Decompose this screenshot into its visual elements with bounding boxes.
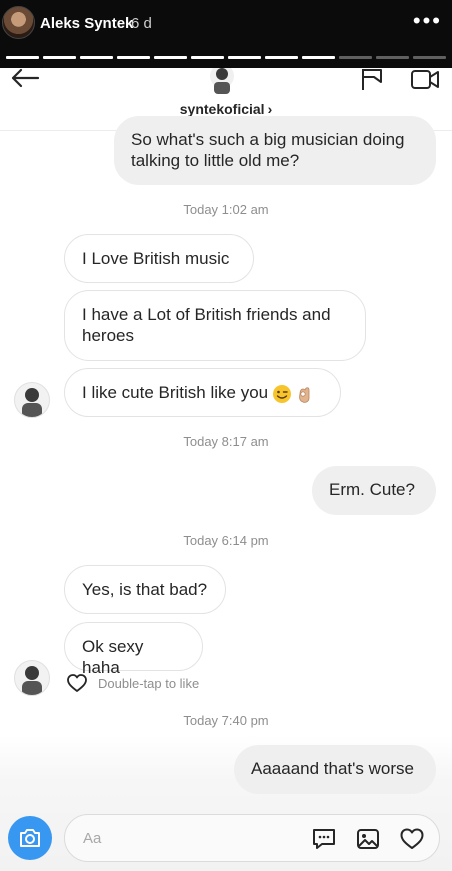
message-text: I like cute British like you	[82, 383, 269, 402]
story-progress-bar	[6, 56, 446, 59]
chat-sticker-icon[interactable]	[311, 827, 337, 851]
message-composer[interactable]: Aa	[64, 814, 440, 862]
like-hint-text: Double-tap to like	[98, 675, 200, 691]
message-incoming[interactable]: I have a Lot of British friends and hero…	[64, 290, 366, 361]
progress-segment	[339, 56, 372, 59]
progress-segment	[228, 56, 261, 59]
camera-icon	[20, 829, 40, 847]
message-outgoing[interactable]: Erm. Cute?	[312, 466, 436, 515]
message-incoming[interactable]: I like cute British like you	[64, 368, 341, 417]
progress-segment	[6, 56, 39, 59]
progress-segment	[154, 56, 187, 59]
progress-segment	[376, 56, 409, 59]
more-options-icon[interactable]: •••	[413, 10, 442, 32]
progress-segment	[191, 56, 224, 59]
story-header: Aleks Syntek 6 d •••	[0, 0, 452, 68]
heart-outline-icon[interactable]	[66, 673, 88, 693]
avatar-photo	[22, 666, 42, 695]
message-text: Erm. Cute?	[329, 480, 415, 499]
message-text: I Love British music	[82, 249, 230, 268]
progress-segment	[80, 56, 113, 59]
winking-face-emoji-icon	[273, 384, 292, 403]
timestamp: Today 1:02 am	[183, 202, 269, 217]
timestamp: Today 6:14 pm	[183, 533, 269, 548]
message-text: Aaaaand that's worse	[251, 759, 414, 778]
story-avatar[interactable]	[2, 6, 35, 39]
story-username[interactable]: Aleks Syntek	[40, 15, 133, 32]
message-text: Ok sexy haha	[82, 637, 144, 677]
story-time-ago: 6 d	[131, 15, 152, 32]
avatar-photo	[22, 388, 42, 417]
username-text[interactable]: syntekoficial	[180, 101, 265, 117]
message-outgoing[interactable]: Aaaaand that's worse	[234, 745, 436, 794]
flag-icon[interactable]	[360, 68, 384, 90]
progress-segment	[117, 56, 150, 59]
sender-avatar[interactable]	[14, 660, 50, 696]
heart-icon[interactable]	[399, 827, 425, 851]
timestamp: Today 8:17 am	[183, 434, 269, 449]
progress-segment	[43, 56, 76, 59]
conversation-username[interactable]: syntekoficial ›	[0, 101, 452, 117]
sender-avatar[interactable]	[14, 382, 50, 418]
double-tap-hint[interactable]: Double-tap to like	[66, 673, 199, 693]
message-incoming[interactable]: Ok sexy haha	[64, 622, 203, 677]
progress-segment	[302, 56, 335, 59]
message-incoming[interactable]: I Love British music	[64, 234, 254, 283]
chevron-right-icon: ›	[267, 101, 273, 117]
progress-segment	[413, 56, 446, 59]
message-input[interactable]: Aa	[83, 830, 101, 847]
header-avatar[interactable]	[208, 68, 236, 94]
back-arrow-icon[interactable]	[10, 68, 40, 88]
message-text: Yes, is that bad?	[82, 580, 208, 599]
ok-hand-emoji-icon	[299, 386, 310, 403]
message-text: I have a Lot of British friends and hero…	[82, 305, 331, 345]
message-outgoing[interactable]: So what's such a big musician doing talk…	[114, 116, 436, 185]
timestamp: Today 7:40 pm	[183, 713, 269, 728]
progress-segment	[265, 56, 298, 59]
message-text: So what's such a big musician doing talk…	[131, 130, 405, 170]
image-icon[interactable]	[355, 827, 381, 851]
message-incoming[interactable]: Yes, is that bad?	[64, 565, 226, 614]
video-call-icon[interactable]	[410, 68, 440, 90]
camera-button[interactable]	[8, 816, 52, 860]
